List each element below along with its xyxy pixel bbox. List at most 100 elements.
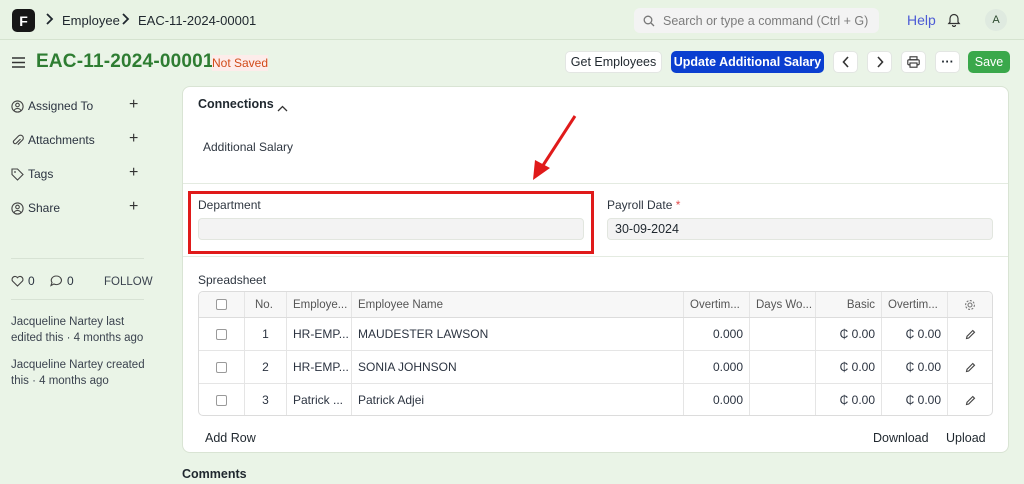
column-header: No. (245, 292, 287, 317)
days-worked-cell[interactable] (750, 351, 816, 383)
add-attachment-icon[interactable]: + (129, 130, 138, 148)
tag-icon (11, 167, 24, 181)
heart-icon (11, 275, 24, 287)
sidebar-item-tags[interactable]: Tags (11, 167, 53, 181)
column-header[interactable]: Days Wo... (750, 292, 816, 317)
add-tag-icon[interactable]: + (129, 164, 138, 182)
search-placeholder: Search or type a command (Ctrl + G) (663, 13, 869, 28)
comment-counter[interactable]: 0 (50, 274, 74, 288)
overtime-amount-cell[interactable]: ₵ 0.00 (882, 351, 948, 383)
app-logo[interactable]: F (12, 9, 35, 32)
column-header[interactable]: Basic (816, 292, 882, 317)
column-header[interactable]: Employee Name (352, 292, 684, 317)
table-row[interactable]: 3 Patrick ... Patrick Adjei 0.000 ₵ 0.00… (199, 384, 992, 415)
chevron-up-icon[interactable] (277, 100, 288, 115)
edit-row-cell[interactable] (948, 351, 992, 383)
sidebar-divider (11, 299, 144, 300)
add-share-icon[interactable]: + (129, 198, 138, 216)
pencil-icon[interactable] (965, 395, 976, 406)
activity-created: Jacqueline Nartey created this · 4 month… (11, 359, 145, 387)
previous-button[interactable] (833, 51, 858, 73)
basic-cell[interactable]: ₵ 0.00 (816, 318, 882, 350)
print-button[interactable] (901, 51, 926, 73)
breadcrumb-employee[interactable]: Employee (62, 13, 120, 28)
column-header[interactable]: Employe... (287, 292, 352, 317)
row-select-cell[interactable] (199, 318, 245, 350)
connection-additional-salary[interactable]: Additional Salary (203, 140, 293, 154)
row-checkbox[interactable] (216, 394, 227, 406)
payroll-date-field[interactable]: 30-09-2024 (607, 218, 993, 240)
more-actions-button[interactable]: ··· (935, 51, 960, 73)
status-badge: Not Saved (212, 55, 269, 71)
update-additional-salary-button[interactable]: Update Additional Salary (671, 51, 824, 73)
overtime-cell[interactable]: 0.000 (684, 384, 750, 415)
chevron-right-icon (45, 12, 55, 29)
breadcrumb-document[interactable]: EAC-11-2024-00001 (138, 13, 256, 28)
employee-name-cell[interactable]: SONIA JOHNSON (352, 351, 684, 383)
table-row[interactable]: 1 HR-EMP... MAUDESTER LAWSON 0.000 ₵ 0.0… (199, 318, 992, 351)
search-icon (643, 15, 655, 26)
gear-icon[interactable] (964, 299, 976, 311)
employee-cell[interactable]: HR-EMP... (287, 318, 352, 350)
like-counter[interactable]: 0 (11, 274, 35, 288)
row-number: 3 (245, 384, 287, 415)
sidebar-item-share[interactable]: Share (11, 201, 60, 215)
hamburger-icon[interactable] (12, 56, 25, 71)
days-worked-cell[interactable] (750, 318, 816, 350)
search-input[interactable]: Search or type a command (Ctrl + G) (634, 8, 879, 33)
pencil-icon[interactable] (965, 329, 976, 340)
employee-name-cell[interactable]: MAUDESTER LAWSON (352, 318, 684, 350)
spreadsheet-table: No. Employe... Employee Name Overtim... … (198, 291, 993, 416)
table-header-row: No. Employe... Employee Name Overtim... … (199, 292, 992, 318)
next-button[interactable] (867, 51, 892, 73)
overtime-amount-cell[interactable]: ₵ 0.00 (882, 318, 948, 350)
user-avatar[interactable]: A (985, 9, 1007, 31)
sidebar-item-attachments[interactable]: Attachments (11, 133, 95, 147)
overtime-amount-cell[interactable]: ₵ 0.00 (882, 384, 948, 415)
overtime-cell[interactable]: 0.000 (684, 318, 750, 350)
employee-cell[interactable]: HR-EMP... (287, 351, 352, 383)
section-divider (183, 183, 1008, 184)
paperclip-icon (12, 134, 24, 145)
navbar: F Employee EAC-11-2024-00001 Search or t… (0, 0, 1024, 40)
row-checkbox[interactable] (216, 361, 227, 373)
sidebar-item-label: Share (28, 201, 61, 215)
follow-button[interactable]: FOLLOW (104, 274, 153, 290)
download-button[interactable]: Download (873, 431, 929, 445)
basic-cell[interactable]: ₵ 0.00 (816, 384, 882, 415)
employee-cell[interactable]: Patrick ... (287, 384, 352, 415)
connections-title[interactable]: Connections (198, 97, 274, 111)
column-header[interactable]: Overtim... (684, 292, 750, 317)
save-button[interactable]: Save (968, 51, 1010, 73)
required-mark: * (675, 198, 681, 212)
add-row-button[interactable]: Add Row (205, 431, 256, 445)
pencil-icon[interactable] (965, 362, 976, 373)
overtime-cell[interactable]: 0.000 (684, 351, 750, 383)
basic-cell[interactable]: ₵ 0.00 (816, 351, 882, 383)
days-worked-cell[interactable] (750, 384, 816, 415)
row-checkbox[interactable] (216, 328, 227, 340)
like-count: 0 (28, 274, 35, 288)
column-settings-cell[interactable] (948, 292, 992, 317)
employee-name-cell[interactable]: Patrick Adjei (352, 384, 684, 415)
upload-button[interactable]: Upload (946, 431, 986, 445)
select-all-checkbox[interactable] (216, 299, 227, 310)
sidebar-item-label: Tags (28, 167, 54, 181)
sidebar-item-label: Attachments (28, 133, 95, 147)
row-select-cell[interactable] (199, 384, 245, 415)
row-select-cell[interactable] (199, 351, 245, 383)
table-row[interactable]: 2 HR-EMP... SONIA JOHNSON 0.000 ₵ 0.00 ₵… (199, 351, 992, 384)
sidebar-divider (11, 258, 144, 259)
column-header[interactable]: Overtim... (882, 292, 948, 317)
spreadsheet-label: Spreadsheet (198, 273, 267, 287)
edit-row-cell[interactable] (948, 318, 992, 350)
help-menu[interactable]: Help (907, 12, 936, 28)
get-employees-button[interactable]: Get Employees (565, 51, 662, 73)
edit-row-cell[interactable] (948, 384, 992, 415)
sidebar-item-assigned-to[interactable]: Assigned To (11, 99, 93, 113)
payroll-date-label: Payroll Date * (607, 198, 680, 212)
annotation-highlight-box (188, 191, 594, 254)
bell-icon[interactable] (947, 12, 961, 30)
select-all-cell[interactable] (199, 292, 245, 317)
add-assign-icon[interactable]: + (129, 96, 138, 114)
